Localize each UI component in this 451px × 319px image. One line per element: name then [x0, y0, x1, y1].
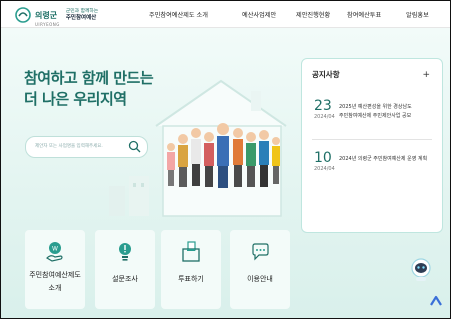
card-label: 이용안내 [247, 275, 273, 283]
notice-text-line-1: 2025년 예산편성을 위한 경상남도 [339, 104, 412, 110]
logo-title: 주민참여예산 [65, 15, 97, 21]
community-illustration [109, 79, 287, 217]
scroll-top-icon[interactable] [429, 294, 443, 308]
notice-title: 공지사항 [312, 70, 340, 79]
chat-bubble-icon [252, 243, 269, 261]
ballot-box-icon [182, 241, 200, 262]
notice-panel: 공지사항 + 23 2024/04 2025년 예산편성을 위한 경상남도 주민… [301, 58, 443, 233]
notice-text: 2024년 의령군 주민참여예산제 운영 계획 [339, 155, 439, 164]
notice-text: 2025년 예산편성을 위한 경상남도 주민참여예산제 주민제안사업 공모 [339, 103, 439, 121]
card-guide[interactable]: 이용안내 [230, 230, 290, 309]
notice-more-button[interactable]: + [422, 70, 430, 80]
nav-item-intro[interactable]: 주민참여예산제도 소개 [149, 10, 208, 19]
lightbulb-icon [119, 243, 131, 261]
search-placeholder: 제안자 또는 사업명을 입력해주세요. [35, 144, 103, 149]
nav-item-proposal[interactable]: 예산사업제안 [242, 10, 276, 19]
site-logo[interactable]: 의령군 UIRYEONG 군민과 함께하는 주민참여예산 [15, 5, 125, 27]
card-budget-intro[interactable]: W 주민참여예산제도 소개 [25, 230, 85, 309]
card-label: 주민참여예산제도 [29, 271, 81, 279]
logo-english-name: UIRYEONG [35, 22, 60, 27]
card-label: 소개 [48, 284, 62, 292]
card-survey[interactable]: 설문조사 [95, 230, 155, 309]
coin-hand-icon: W [46, 242, 63, 262]
nav-item-vote[interactable]: 참여예산투표 [347, 10, 381, 19]
logo-slogan: 군민과 함께하는 [65, 9, 99, 14]
nav-item-progress[interactable]: 제안진행현황 [296, 10, 330, 19]
nav-item-notice[interactable]: 알림홍보 [406, 10, 429, 19]
page-frame: 의령군 UIRYEONG 군민과 함께하는 주민참여예산 주민참여예산제도 소개… [0, 0, 451, 319]
notice-text-line-1: 2024년 의령군 주민참여예산제 운영 계획 [339, 156, 428, 162]
notice-divider [312, 139, 432, 140]
notice-item[interactable]: 10 2024/04 2024년 의령군 주민참여예산제 운영 계획 [314, 151, 434, 173]
notice-text-line-2: 주민참여예산제 주민제안사업 공모 [339, 113, 412, 119]
card-label: 설문조사 [112, 275, 138, 283]
logo-name: 의령군 [35, 11, 58, 20]
chatbot-mascot-icon[interactable] [410, 256, 432, 282]
card-vote[interactable]: 투표하기 [161, 230, 221, 309]
card-label: 투표하기 [178, 275, 204, 283]
notice-date: 2024/04 [314, 166, 335, 172]
notice-item[interactable]: 23 2024/04 2025년 예산편성을 위한 경상남도 주민참여예산제 주… [314, 99, 434, 121]
top-navigation-bar: 의령군 UIRYEONG 군민과 함께하는 주민참여예산 주민참여예산제도 소개… [1, 1, 450, 28]
logo-emblem-icon [15, 7, 31, 23]
svg-text:W: W [52, 246, 58, 253]
